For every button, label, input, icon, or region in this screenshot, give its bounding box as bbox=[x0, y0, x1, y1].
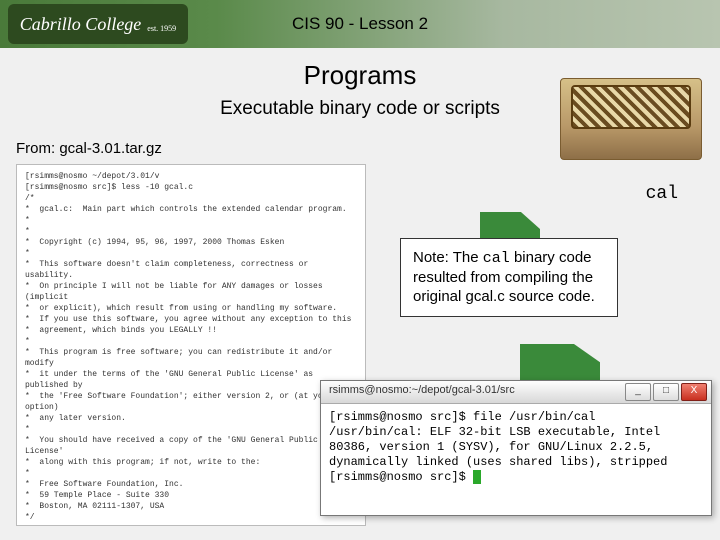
close-button[interactable]: X bbox=[681, 383, 707, 401]
arrow-down-icon bbox=[520, 344, 600, 380]
header-bar: Cabrillo College est. 1959 CIS 90 - Less… bbox=[0, 0, 720, 48]
arrow-down-icon bbox=[480, 212, 540, 238]
from-line: From: gcal-3.01.tar.gz bbox=[16, 140, 162, 157]
minimize-button[interactable]: _ bbox=[625, 383, 651, 401]
terminal-body: [rsimms@nosmo src]$ file /usr/bin/cal /u… bbox=[321, 404, 711, 491]
window-buttons: _ □ X bbox=[625, 383, 707, 401]
note-prefix: Note: The bbox=[413, 249, 483, 266]
source-code-panel: [rsimms@nosmo ~/depot/3.01/v [rsimms@nos… bbox=[16, 164, 366, 526]
terminal-title: rsimms@nosmo:~/depot/gcal-3.01/src bbox=[329, 384, 515, 396]
terminal-cursor bbox=[473, 470, 481, 484]
maximize-button[interactable]: □ bbox=[653, 383, 679, 401]
terminal-window: rsimms@nosmo:~/depot/gcal-3.01/src _ □ X… bbox=[320, 380, 712, 516]
cal-label: cal bbox=[646, 184, 678, 204]
terminal-titlebar: rsimms@nosmo:~/depot/gcal-3.01/src _ □ X bbox=[321, 381, 711, 404]
note-box: Note: The cal binary code resulted from … bbox=[400, 238, 618, 317]
course-title: CIS 90 - Lesson 2 bbox=[0, 14, 720, 34]
terminal-output: [rsimms@nosmo src]$ file /usr/bin/cal /u… bbox=[329, 410, 667, 484]
note-code: cal bbox=[483, 250, 510, 267]
decorative-box-image bbox=[560, 78, 702, 160]
